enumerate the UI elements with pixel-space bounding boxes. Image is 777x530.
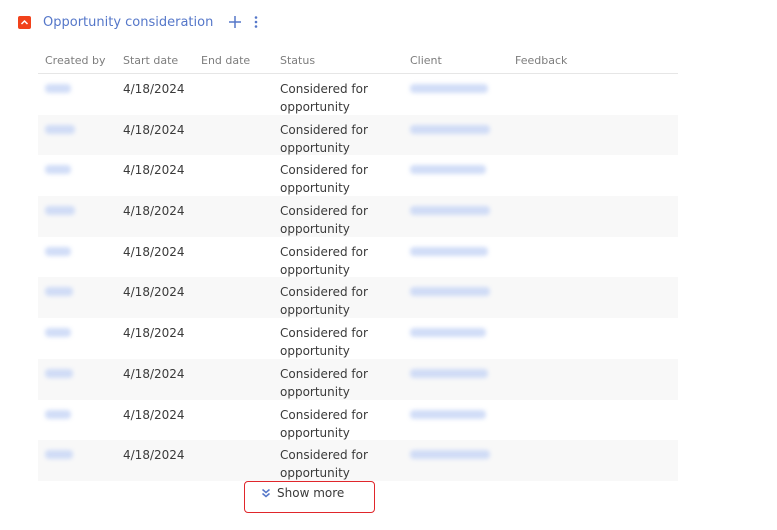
status-cell: Considered for opportunity bbox=[280, 82, 368, 114]
created-by-link[interactable] bbox=[45, 409, 71, 419]
status-cell: Considered for opportunity bbox=[280, 163, 368, 196]
double-chevron-down-icon bbox=[262, 488, 270, 498]
vertical-dots-icon bbox=[255, 16, 258, 28]
detail-title[interactable]: Opportunity consideration bbox=[43, 15, 213, 30]
created-by-link[interactable] bbox=[45, 206, 75, 216]
client-link[interactable] bbox=[410, 409, 486, 419]
detail-header: Opportunity consideration bbox=[18, 11, 261, 33]
client-link[interactable] bbox=[410, 450, 490, 460]
show-more-button[interactable]: Show more bbox=[261, 486, 344, 500]
start-date-cell: 4/18/2024 bbox=[123, 366, 185, 381]
column-status[interactable]: Status bbox=[280, 54, 315, 67]
created-by-link[interactable] bbox=[45, 287, 73, 297]
client-link[interactable] bbox=[410, 84, 488, 93]
show-more-label: Show more bbox=[277, 486, 345, 500]
show-more-highlight: Show more bbox=[244, 481, 375, 513]
table-body: 4/18/2024 Considered for opportunity 4/18/… bbox=[38, 74, 678, 481]
created-by-link[interactable] bbox=[45, 246, 71, 256]
start-date-cell: 4/18/2024 bbox=[123, 448, 185, 463]
status-cell: Considered for opportunity bbox=[280, 448, 368, 481]
column-end-date[interactable]: End date bbox=[201, 54, 250, 67]
column-feedback[interactable]: Feedback bbox=[515, 54, 567, 67]
opportunity-table: Created by Start date End date Status Cl… bbox=[38, 50, 678, 481]
client-link[interactable] bbox=[410, 124, 490, 134]
collapse-button[interactable] bbox=[18, 15, 31, 29]
created-by-link[interactable] bbox=[45, 124, 75, 134]
created-by-link[interactable] bbox=[45, 368, 73, 378]
start-date-cell: 4/18/2024 bbox=[123, 122, 185, 137]
status-cell: Considered for opportunity bbox=[280, 326, 368, 359]
status-cell: Considered for opportunity bbox=[280, 407, 368, 440]
client-link[interactable] bbox=[410, 246, 488, 256]
created-by-link[interactable] bbox=[45, 165, 71, 175]
table-row[interactable]: 4/18/2024 Considered for opportunity bbox=[38, 237, 678, 278]
detail-page: Opportunity consideration Created by Sta… bbox=[0, 0, 777, 530]
status-cell: Considered for opportunity bbox=[280, 204, 368, 237]
table-row[interactable]: 4/18/2024 Considered for opportunity bbox=[38, 440, 678, 481]
status-cell: Considered for opportunity bbox=[280, 122, 368, 155]
created-by-link[interactable] bbox=[45, 84, 71, 93]
client-link[interactable] bbox=[410, 328, 486, 338]
table-row[interactable]: 4/18/2024 Considered for opportunity bbox=[38, 277, 678, 319]
client-link[interactable] bbox=[410, 287, 490, 297]
start-date-cell: 4/18/2024 bbox=[123, 163, 185, 178]
start-date-cell: 4/18/2024 bbox=[123, 204, 185, 219]
add-record-button[interactable] bbox=[227, 14, 243, 30]
created-by-link[interactable] bbox=[45, 328, 71, 338]
table-row[interactable]: 4/18/2024 Considered for opportunity bbox=[38, 358, 678, 400]
table-row[interactable]: 4/18/2024 Considered for opportunity bbox=[38, 400, 678, 441]
status-cell: Considered for opportunity bbox=[280, 285, 368, 318]
table-header: Created by Start date End date Status Cl… bbox=[38, 50, 678, 74]
start-date-cell: 4/18/2024 bbox=[123, 407, 185, 422]
column-start-date[interactable]: Start date bbox=[123, 54, 178, 67]
column-created-by[interactable]: Created by bbox=[45, 54, 106, 67]
table-row[interactable]: 4/18/2024 Considered for opportunity bbox=[38, 155, 678, 196]
client-link[interactable] bbox=[410, 165, 486, 175]
start-date-cell: 4/18/2024 bbox=[123, 326, 185, 341]
column-client[interactable]: Client bbox=[410, 54, 442, 67]
client-link[interactable] bbox=[410, 206, 490, 216]
created-by-link[interactable] bbox=[45, 450, 73, 460]
start-date-cell: 4/18/2024 bbox=[123, 244, 185, 259]
table-row[interactable]: 4/18/2024 Considered for opportunity bbox=[38, 114, 678, 156]
more-actions-button[interactable] bbox=[251, 14, 261, 30]
start-date-cell: 4/18/2024 bbox=[123, 82, 185, 96]
table-row[interactable]: 4/18/2024 Considered for opportunity bbox=[38, 196, 678, 237]
status-cell: Considered for opportunity bbox=[280, 366, 368, 399]
table-row[interactable]: 4/18/2024 Considered for opportunity bbox=[38, 318, 678, 359]
status-cell: Considered for opportunity bbox=[280, 244, 368, 277]
plus-icon bbox=[229, 16, 242, 28]
start-date-cell: 4/18/2024 bbox=[123, 285, 185, 300]
chevron-up-icon bbox=[20, 19, 29, 25]
client-link[interactable] bbox=[410, 368, 488, 378]
table-row[interactable]: 4/18/2024 Considered for opportunity bbox=[38, 74, 678, 115]
